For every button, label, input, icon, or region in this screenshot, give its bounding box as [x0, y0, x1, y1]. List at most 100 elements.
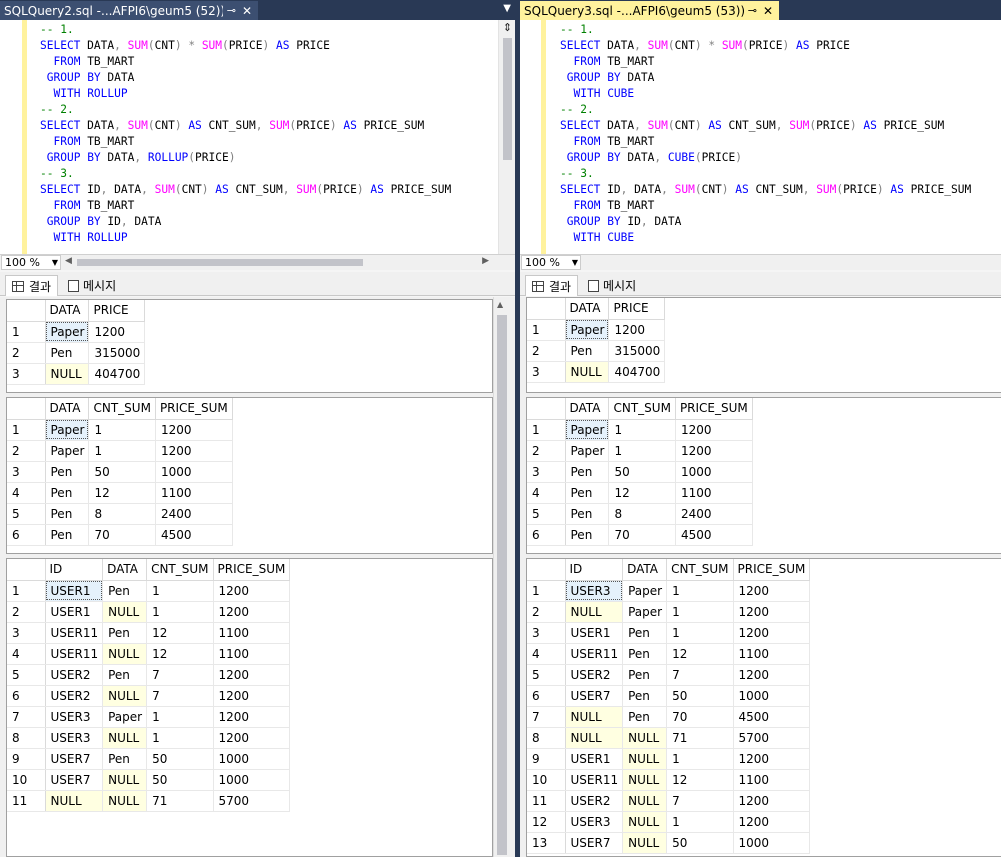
grid-cell[interactable]: 50 [88, 461, 156, 483]
grid-cell[interactable]: 70 [666, 706, 734, 728]
grid-cell[interactable]: Pen [45, 461, 90, 483]
row-number[interactable]: 3 [527, 361, 566, 383]
grid-cell[interactable]: 1200 [155, 419, 233, 441]
column-header[interactable]: CNT_SUM [88, 398, 156, 420]
table-row[interactable]: 2 Paper 1 1200 [7, 440, 233, 462]
grid-cell[interactable]: 1 [666, 622, 734, 644]
grid-cell[interactable]: 5700 [213, 790, 291, 812]
column-header[interactable]: PRICE [88, 300, 146, 322]
grid-cell[interactable]: 1200 [213, 580, 291, 602]
table-row[interactable]: 6 USER7 Pen 50 1000 [527, 685, 811, 707]
row-number[interactable]: 2 [7, 601, 46, 623]
pin-icon[interactable]: ⊸ [227, 4, 236, 17]
grid-cell[interactable]: 1 [666, 811, 734, 833]
corner-cell[interactable] [527, 298, 566, 320]
grid-cell[interactable]: Paper [622, 580, 668, 602]
grid-cell[interactable]: Paper [565, 440, 610, 462]
grid-cell[interactable]: Paper [565, 319, 610, 341]
table-row[interactable]: 1 Paper 1200 [7, 321, 146, 343]
scroll-right-icon[interactable]: ▶ [482, 256, 489, 266]
row-number[interactable]: 2 [7, 342, 46, 364]
grid-cell[interactable]: Paper [45, 321, 90, 343]
grid-cell[interactable]: 1200 [733, 580, 811, 602]
row-number[interactable]: 10 [527, 769, 566, 791]
zoom-select[interactable]: 100 % ▼ [1, 255, 61, 270]
grid-cell[interactable]: 12 [666, 769, 734, 791]
grid-cell[interactable]: 1200 [733, 622, 811, 644]
column-header[interactable]: DATA [45, 398, 90, 420]
grid-cell[interactable]: Pen [565, 503, 610, 525]
grid-cell[interactable]: Pen [45, 342, 90, 364]
grid-cell[interactable]: 1100 [213, 622, 291, 644]
column-header[interactable]: DATA [565, 298, 610, 320]
grid-cell[interactable]: 1200 [733, 790, 811, 812]
grid-cell[interactable]: 7 [666, 664, 734, 686]
table-row[interactable]: 1 Paper 1 1200 [527, 419, 753, 441]
grid-cell[interactable]: 315000 [608, 340, 666, 362]
grid-cell[interactable]: USER3 [45, 727, 104, 749]
table-row[interactable]: 1 USER1 Pen 1 1200 [7, 580, 291, 602]
grid-cell[interactable]: NULL [622, 832, 668, 854]
table-row[interactable]: 3 USER1 Pen 1 1200 [527, 622, 811, 644]
result-grid[interactable]: ID DATA CNT_SUM PRICE_SUM 1 USER1 Pen 1 1200 2 USE… [6, 558, 493, 857]
tab-results[interactable]: 결과 [5, 275, 59, 296]
grid-cell[interactable]: 1200 [213, 706, 291, 728]
grid-cell[interactable]: Pen [622, 622, 668, 644]
grid-cell[interactable]: 50 [146, 769, 214, 791]
grid-cell[interactable]: 1200 [733, 811, 811, 833]
row-number[interactable]: 2 [527, 340, 566, 362]
table-row[interactable]: 2 Pen 315000 [527, 340, 666, 362]
document-tab[interactable]: SQLQuery3.sql -...AFPI6\geum5 (53))* ⊸ ✕ [520, 1, 779, 20]
grid-cell[interactable]: Pen [102, 580, 148, 602]
grid-cell[interactable]: 70 [608, 524, 676, 546]
row-number[interactable]: 4 [527, 643, 566, 665]
grid-cell[interactable]: 7 [666, 790, 734, 812]
grid-cell[interactable]: 1000 [675, 461, 753, 483]
table-row[interactable]: 6 USER2 NULL 7 1200 [7, 685, 291, 707]
grid-cell[interactable]: NULL [102, 685, 148, 707]
table-row[interactable]: 8 USER3 NULL 1 1200 [7, 727, 291, 749]
grid-cell[interactable]: USER2 [565, 790, 624, 812]
sql-code[interactable]: -- 1. SELECT DATA, SUM(CNT) * SUM(PRICE) … [560, 22, 971, 246]
row-number[interactable]: 2 [527, 440, 566, 462]
table-row[interactable]: 1 USER3 Paper 1 1200 [527, 580, 811, 602]
column-header[interactable]: DATA [622, 559, 668, 581]
row-number[interactable]: 10 [7, 769, 46, 791]
row-number[interactable]: 5 [7, 503, 46, 525]
grid-cell[interactable]: 1 [608, 419, 676, 441]
column-header[interactable]: DATA [45, 300, 90, 322]
tab-messages[interactable]: 메시지 [582, 275, 642, 296]
row-number[interactable]: 2 [7, 440, 46, 462]
grid-cell[interactable]: 1200 [675, 419, 753, 441]
column-header[interactable]: CNT_SUM [146, 559, 214, 581]
grid-cell[interactable]: 1000 [733, 832, 811, 854]
table-row[interactable]: 3 Pen 50 1000 [7, 461, 233, 483]
grid-cell[interactable]: NULL [102, 727, 148, 749]
corner-cell[interactable] [7, 300, 46, 322]
split-window-icon[interactable]: ⇕ [500, 21, 515, 37]
grid-cell[interactable]: NULL [102, 643, 148, 665]
grid-cell[interactable]: Pen [622, 664, 668, 686]
grid-cell[interactable]: USER2 [565, 664, 624, 686]
grid-cell[interactable]: 12 [666, 643, 734, 665]
row-number[interactable]: 6 [527, 524, 566, 546]
grid-cell[interactable]: 1200 [213, 727, 291, 749]
row-number[interactable]: 3 [7, 622, 46, 644]
row-number[interactable]: 1 [527, 419, 566, 441]
grid-cell[interactable]: 315000 [88, 342, 146, 364]
grid-cell[interactable]: Paper [45, 440, 90, 462]
table-row[interactable]: 11 USER2 NULL 7 1200 [527, 790, 811, 812]
table-row[interactable]: 3 Pen 50 1000 [527, 461, 753, 483]
table-row[interactable]: 7 NULL Pen 70 4500 [527, 706, 811, 728]
table-row[interactable]: 4 Pen 12 1100 [527, 482, 753, 504]
row-number[interactable]: 6 [7, 524, 46, 546]
tab-dropdown-icon[interactable]: ▼ [503, 3, 511, 14]
grid-cell[interactable]: USER3 [565, 580, 624, 602]
results-vertical-scrollbar[interactable]: ▲ [493, 297, 509, 857]
grid-cell[interactable]: 1100 [733, 769, 811, 791]
table-row[interactable]: 3 USER11 Pen 12 1100 [7, 622, 291, 644]
grid-cell[interactable]: NULL [45, 363, 90, 385]
table-row[interactable]: 9 USER1 NULL 1 1200 [527, 748, 811, 770]
result-grid[interactable]: DATA PRICE 1 Paper 1200 2 Pen 315000 3 NULL 404700 [526, 297, 1001, 393]
grid-cell[interactable]: 1 [88, 419, 156, 441]
